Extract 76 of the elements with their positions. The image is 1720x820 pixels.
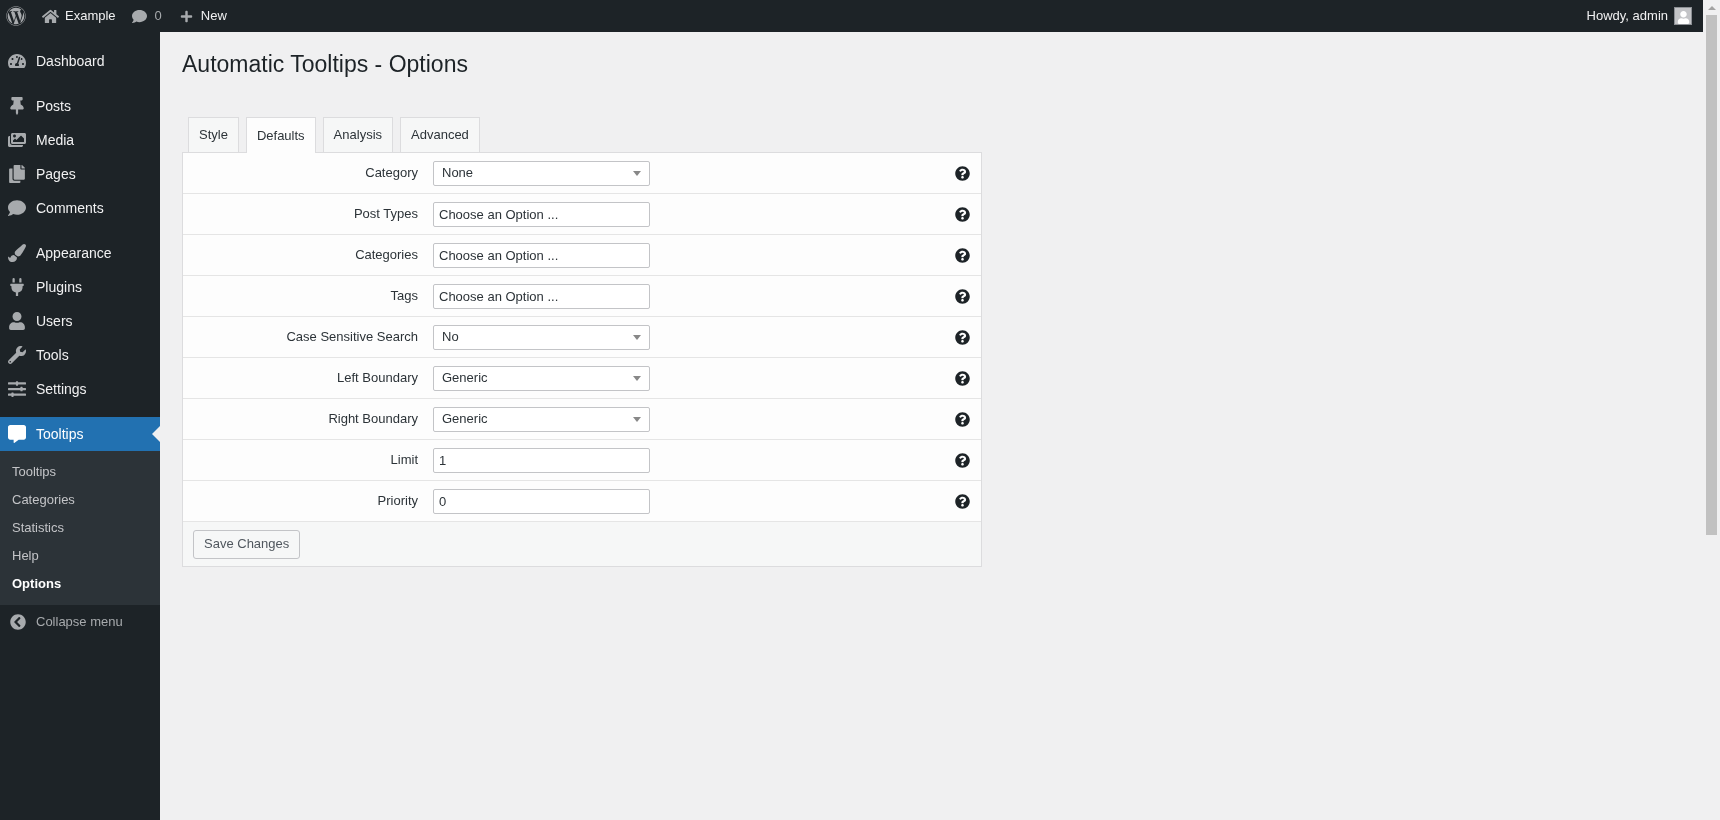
field-label: Limit <box>389 451 419 470</box>
multiselect-field[interactable]: Choose an Option ... <box>433 201 650 227</box>
select-field[interactable]: None <box>433 160 650 186</box>
sidebar-item[interactable]: Posts <box>0 89 160 123</box>
plug-icon <box>8 278 26 296</box>
multiselect-field[interactable]: Choose an Option ... <box>433 283 650 309</box>
pages-icon <box>8 165 26 183</box>
help-icon[interactable] <box>955 288 970 304</box>
sliders-icon <box>8 380 26 398</box>
new-link[interactable]: New <box>200 6 227 26</box>
wrench-icon <box>8 346 26 364</box>
sidebar-item[interactable]: Users <box>0 304 160 338</box>
collapse-arrow-icon <box>10 614 26 630</box>
plus-icon[interactable] <box>179 9 193 23</box>
sidebar-item[interactable]: Media <box>0 123 160 157</box>
field-label: Category <box>364 164 419 183</box>
dropdown-arrow-icon <box>633 416 641 422</box>
select-field[interactable]: No <box>433 324 650 350</box>
field-label: Left Boundary <box>336 369 419 388</box>
logo-icon[interactable] <box>6 6 26 26</box>
select-field[interactable]: Generic <box>433 406 650 432</box>
field-label: Categories <box>354 246 419 265</box>
input-field[interactable]: 1 <box>433 447 650 473</box>
sidebar-item[interactable]: Appearance <box>0 236 160 270</box>
save-button[interactable]: Save Changes <box>193 529 301 559</box>
submenu-item[interactable]: Help <box>0 542 160 570</box>
help-icon[interactable] <box>955 206 970 222</box>
help-icon[interactable] <box>955 493 970 509</box>
help-icon[interactable] <box>955 411 970 427</box>
home-icon[interactable] <box>42 7 59 25</box>
dropdown-arrow-icon <box>633 170 641 176</box>
comments-count[interactable]: 0 <box>154 6 162 26</box>
greeting-link[interactable]: Howdy, admin <box>1586 6 1668 26</box>
help-icon[interactable] <box>955 165 970 181</box>
field-label: Tags <box>389 287 419 306</box>
tab[interactable]: Style <box>188 117 239 152</box>
page-title: Automatic Tooltips - Options <box>182 50 469 79</box>
site-name-link[interactable]: Example <box>65 6 116 26</box>
help-icon[interactable] <box>955 329 970 345</box>
speech-bubble-icon <box>8 199 26 217</box>
sidebar-item[interactable]: Plugins <box>0 270 160 304</box>
multiselect-field[interactable]: Choose an Option ... <box>433 242 650 268</box>
submenu-item[interactable]: Categories <box>0 486 160 514</box>
gauge-icon <box>8 52 26 70</box>
user-icon <box>8 312 26 330</box>
sidebar-item[interactable]: Tooltips <box>0 417 160 451</box>
input-field[interactable]: 0 <box>433 488 650 514</box>
pin-icon <box>8 97 26 115</box>
help-icon[interactable] <box>955 370 970 386</box>
sidebar-item[interactable]: Comments <box>0 191 160 225</box>
field-label: Case Sensitive Search <box>285 328 419 347</box>
sidebar-item[interactable]: Dashboard <box>0 44 160 78</box>
sidebar-item[interactable]: Tools <box>0 338 160 372</box>
dropdown-arrow-icon <box>633 375 641 381</box>
sidebar-item[interactable]: Pages <box>0 157 160 191</box>
help-icon[interactable] <box>955 452 970 468</box>
submenu-item[interactable]: Options <box>0 570 160 598</box>
tab[interactable]: Analysis <box>322 117 394 152</box>
images-icon <box>8 131 26 149</box>
sidebar-item[interactable]: Settings <box>0 372 160 406</box>
tab[interactable]: Advanced <box>400 117 480 152</box>
speech-bubble-icon <box>8 425 26 443</box>
avatar-icon[interactable] <box>1674 7 1692 25</box>
dropdown-arrow-icon <box>633 334 641 340</box>
paintbrush-icon <box>8 244 26 262</box>
submenu-item[interactable]: Tooltips <box>0 458 160 486</box>
field-label: Priority <box>376 492 419 511</box>
field-label: Right Boundary <box>327 410 419 429</box>
field-label: Post Types <box>352 205 419 224</box>
pointer-arrow-icon <box>152 426 160 442</box>
speech-bubble-icon[interactable] <box>131 8 147 24</box>
collapse-menu-button[interactable]: Collapse menu <box>0 605 160 639</box>
tab[interactable]: Defaults <box>245 117 316 153</box>
help-icon[interactable] <box>955 247 970 263</box>
submenu-item[interactable]: Statistics <box>0 514 160 542</box>
select-field[interactable]: Generic <box>433 365 650 391</box>
